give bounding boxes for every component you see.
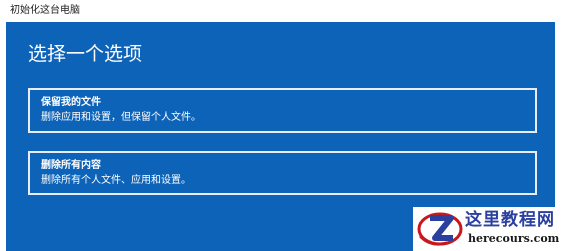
- site-watermark: 这里教程网 herecours.com: [413, 207, 561, 251]
- window-title: 初始化这台电脑: [10, 5, 80, 16]
- keep-my-files-option[interactable]: 保留我的文件 删除应用和设置，但保留个人文件。: [28, 88, 537, 133]
- option-description: 删除应用和设置，但保留个人文件。: [41, 112, 201, 123]
- watermark-url: herecours.com: [468, 232, 560, 245]
- option-title: 删除所有内容: [41, 160, 101, 171]
- watermark-name: 这里教程网: [465, 210, 555, 230]
- option-description: 删除所有个人文件、应用和设置。: [41, 175, 191, 186]
- option-title: 保留我的文件: [41, 97, 101, 108]
- remove-everything-option[interactable]: 删除所有内容 删除所有个人文件、应用和设置。: [28, 151, 537, 195]
- watermark-logo-icon: [417, 212, 463, 246]
- title-bar: 初始化这台电脑: [0, 0, 561, 22]
- page-heading: 选择一个选项: [28, 43, 143, 65]
